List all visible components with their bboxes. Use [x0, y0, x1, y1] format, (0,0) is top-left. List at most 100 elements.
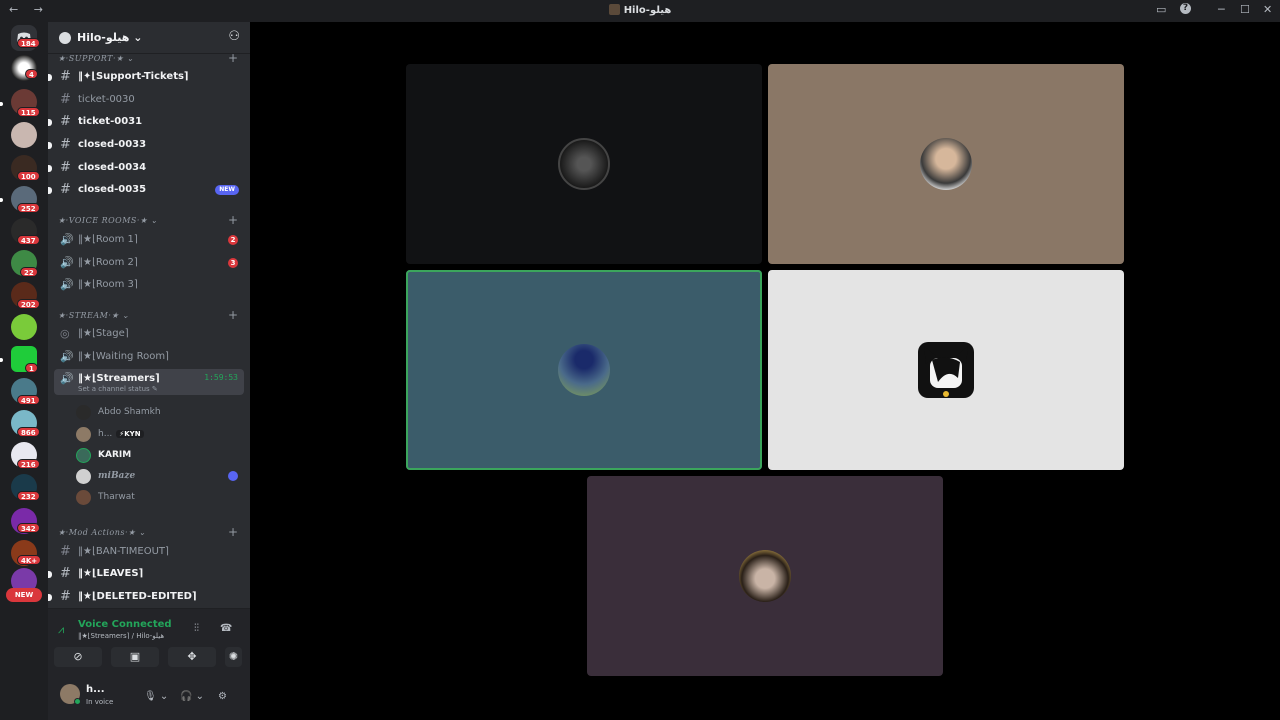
participant-tile[interactable] — [768, 270, 1124, 470]
hash-icon: # — [60, 566, 71, 581]
unread-pill — [0, 102, 3, 106]
badge: 437 — [17, 235, 40, 245]
voice-user[interactable]: h... ⚡KYN — [72, 424, 242, 444]
guild-name: Hilo-هيلو ⌄ — [77, 31, 143, 44]
category-voice-rooms[interactable]: ★·VOICE ROOMS·★ ⌄ — [58, 216, 158, 225]
participant-tile-speaking[interactable] — [406, 270, 762, 470]
server-icon[interactable] — [11, 314, 37, 340]
unread-dot — [48, 571, 52, 578]
badge: 4K+ — [17, 555, 42, 565]
category-mod-actions[interactable]: ★·Mod Actions·★ ⌄ — [58, 528, 146, 537]
speaker-icon: 🔊 — [60, 278, 74, 291]
add-channel-icon[interactable]: + — [228, 308, 238, 322]
badge: 4 — [25, 69, 38, 79]
badge: 202 — [17, 299, 40, 309]
title-bar: ← → Hilo-هيلو ▭ ? ─ ☐ ✕ — [0, 0, 1280, 22]
add-channel-icon[interactable]: + — [228, 213, 238, 227]
voice-status-title[interactable]: Voice Connected — [78, 619, 172, 630]
channel-label: ‖✦⌊Support-Tickets⌉ — [78, 71, 189, 82]
signal-icon[interactable]: ⩘ — [58, 623, 64, 637]
channel-label: closed-0033 — [78, 139, 147, 150]
help-icon[interactable]: ? — [1180, 3, 1191, 14]
headphones-icon[interactable]: 🎧 ⌄ — [180, 691, 204, 702]
unread-dot — [48, 594, 52, 601]
channel-label: ‖★⌊LEAVES⌉ — [78, 568, 144, 579]
category-support[interactable]: ★·SUPPORT·★ ⌄ — [58, 54, 134, 63]
camera-button[interactable]: ⊘ — [54, 647, 102, 667]
voice-channel-waiting-room[interactable]: 🔊 ‖★⌊Waiting Room⌉ — [54, 347, 244, 367]
username[interactable]: h... — [86, 684, 105, 695]
badge: 216 — [17, 459, 40, 469]
new-unreads-pill[interactable]: NEW — [6, 588, 42, 602]
channel-leaves[interactable]: # ‖★⌊LEAVES⌉ — [48, 564, 244, 584]
guild-header[interactable]: Hilo-هيلو ⌄ ⚇ — [48, 22, 250, 54]
voice-user[interactable]: Abdo Shamkh — [72, 402, 242, 422]
voice-user-name: h... ⚡KYN — [98, 429, 144, 439]
screen-share-button[interactable]: ▣ — [111, 647, 159, 667]
microphone-icon[interactable]: 🎙 ⌄ — [144, 691, 168, 702]
user-status: In voice — [86, 698, 114, 706]
participant-tile[interactable] — [768, 64, 1124, 264]
invite-icon[interactable]: ⚇ — [228, 29, 240, 44]
speaker-icon: 🔊 — [60, 372, 74, 385]
channel-ticket-0031[interactable]: # ticket-0031 — [48, 112, 244, 132]
disconnect-icon[interactable]: ☎ — [220, 623, 232, 634]
voice-user[interactable]: miBaze — [72, 466, 242, 486]
channel-deleted-edited[interactable]: # ‖★⌊DELETED-EDITED⌉ — [48, 587, 244, 607]
voice-user[interactable]: Tharwat — [72, 487, 242, 507]
avatar — [558, 344, 610, 396]
minimize-icon[interactable]: ─ — [1218, 3, 1225, 16]
hash-icon: # — [60, 137, 71, 152]
voice-channel-room-3[interactable]: 🔊 ‖★⌊Room 3⌉ — [54, 275, 244, 295]
unread-dot — [48, 142, 52, 149]
soundboard-button[interactable]: ✺ — [225, 647, 242, 667]
inbox-icon[interactable]: ▭ — [1156, 3, 1166, 16]
participant-tile[interactable] — [587, 476, 943, 676]
server-rail: 184 4 115 100 252 437 22 202 1 491 866 2… — [0, 22, 48, 720]
voice-call-stage — [250, 22, 1280, 720]
server-icon[interactable] — [11, 122, 37, 148]
channel-label: ‖★⌊Stage⌉ — [78, 328, 129, 339]
voice-user-name: miBaze — [98, 471, 136, 481]
discord-window: ← → Hilo-هيلو ▭ ? ─ ☐ ✕ 184 4 115 100 25… — [0, 0, 1280, 720]
category-stream[interactable]: ★·STREAM·★ ⌄ — [58, 311, 129, 320]
add-channel-icon[interactable]: + — [228, 51, 238, 65]
maximize-icon[interactable]: ☐ — [1240, 3, 1250, 16]
participant-tile[interactable] — [406, 64, 762, 264]
avatar — [76, 469, 91, 484]
unread-dot — [48, 187, 52, 194]
speaker-icon: 🔊 — [60, 256, 74, 269]
channel-closed-0033[interactable]: # closed-0033 — [48, 135, 244, 155]
unread-pill — [0, 198, 3, 202]
voice-channel-room-2[interactable]: 🔊 ‖★⌊Room 2⌉ 3 — [54, 253, 244, 273]
channel-ticket-0030[interactable]: # ticket-0030 — [54, 90, 244, 110]
call-timer: 1:59:53 — [204, 373, 238, 382]
channel-status[interactable]: Set a channel status ✎ — [78, 385, 158, 393]
activities-button[interactable]: ✥ — [168, 647, 216, 667]
channel-label: ‖★⌊DELETED-EDITED⌉ — [78, 591, 197, 602]
badge: 232 — [17, 491, 40, 501]
noise-suppression-icon[interactable]: ⫶⫶ — [194, 623, 199, 634]
voice-channel-streamers[interactable]: 🔊 ‖★⌊Streamers⌉ 1:59:53 Set a channel st… — [54, 369, 244, 395]
hash-icon: # — [60, 69, 71, 84]
avatar — [558, 138, 610, 190]
activity-icon — [228, 471, 238, 481]
badge: 115 — [17, 107, 40, 117]
voice-channel-room-1[interactable]: 🔊 ‖★⌊Room 1⌉ 2 — [54, 230, 244, 250]
stage-channel[interactable]: ◎ ‖★⌊Stage⌉ — [54, 324, 244, 344]
voice-user-name: Tharwat — [98, 492, 135, 502]
channel-ban-timeout[interactable]: # ‖★⌊BAN-TIMEOUT⌉ — [54, 542, 244, 562]
voice-user-name: KARIM — [98, 450, 132, 460]
close-icon[interactable]: ✕ — [1263, 3, 1272, 16]
voice-user-name: Abdo Shamkh — [98, 407, 161, 417]
add-channel-icon[interactable]: + — [228, 525, 238, 539]
voice-user[interactable]: KARIM — [72, 445, 242, 465]
unread-dot — [48, 165, 52, 172]
online-status-icon — [74, 698, 81, 705]
channel-support-tickets[interactable]: # ‖✦⌊Support-Tickets⌉ — [48, 67, 244, 87]
channel-closed-0034[interactable]: # closed-0034 — [48, 158, 244, 178]
channel-closed-0035[interactable]: # closed-0035 NEW — [48, 180, 244, 200]
settings-gear-icon[interactable]: ⚙ — [218, 691, 227, 702]
speaker-icon: 🔊 — [60, 350, 74, 363]
voice-status-subtitle[interactable]: ‖★⌊Streamers⌉ / Hilo-هيلو — [78, 632, 164, 640]
